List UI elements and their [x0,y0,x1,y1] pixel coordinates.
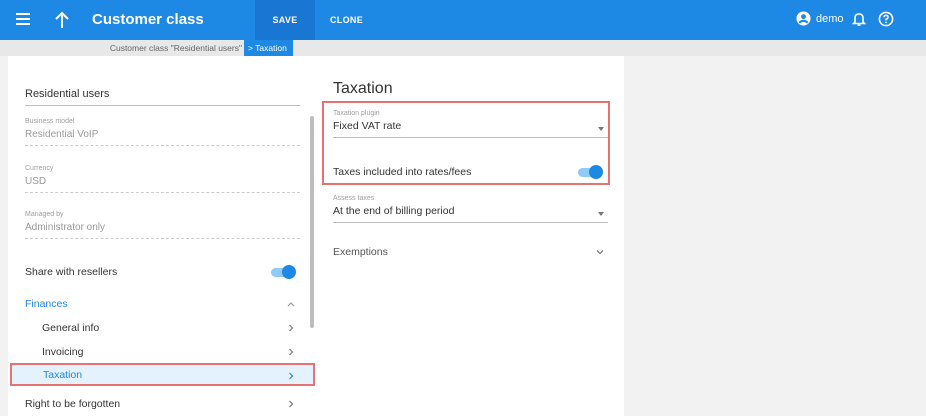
nav-invoicing-label: Invoicing [42,346,84,358]
arrow-up-icon[interactable] [52,9,72,31]
clone-button[interactable]: CLONE [330,0,363,40]
nav-taxation-label: Taxation [43,368,83,381]
share-with-resellers-row: Share with resellers [25,264,300,280]
nav-general-info-label: General info [42,322,100,334]
menu-icon[interactable] [16,13,30,25]
breadcrumb-parent[interactable]: Customer class "Residential users" [14,40,242,56]
taxes-included-toggle[interactable] [578,164,604,180]
exemptions-expander[interactable]: Exemptions [333,246,608,258]
user-name: demo [816,12,844,25]
breadcrumb-current[interactable]: > Taxation [244,40,293,56]
help-icon[interactable] [878,11,894,27]
top-bar: Customer class SAVE CLONE demo [0,0,926,40]
name-field[interactable]: Residential users [25,88,300,106]
nav-invoicing[interactable]: Invoicing [8,341,316,363]
assess-taxes-select[interactable]: Assess taxes At the end of billing perio… [333,195,608,223]
bell-icon[interactable] [852,11,866,27]
nav-finances-label: Finances [25,298,68,310]
caret-down-icon [598,212,604,216]
chevron-right-icon [289,372,294,380]
user-menu[interactable]: demo [796,11,844,26]
field-value: USD [25,176,300,193]
share-with-resellers-toggle[interactable] [271,264,297,280]
user-icon [796,11,811,26]
assess-taxes-value: At the end of billing period [333,205,608,223]
managed-by-field: Managed by Administrator only [25,211,300,239]
nav-general-info[interactable]: General info [8,317,316,339]
page-title: Customer class [92,11,204,28]
nav-right-to-be-forgotten[interactable]: Right to be forgotten [8,393,316,415]
assess-taxes-label: Assess taxes [333,195,375,202]
breadcrumb: Customer class "Residential users" > Tax… [0,40,926,56]
nav-taxation[interactable]: Taxation [10,363,315,386]
field-label: Business model [25,118,75,125]
left-panel: Residential users Business model Residen… [8,56,316,416]
field-value: Residential VoIP [25,129,300,146]
empty-area [624,56,926,416]
section-title: Taxation [333,80,393,97]
taxation-plugin-select[interactable]: Taxation plugin Fixed VAT rate [333,110,608,138]
nav-finances[interactable]: Finances [8,293,316,315]
taxation-plugin-label: Taxation plugin [333,110,380,117]
taxes-included-label: Taxes included into rates/fees [333,166,472,178]
taxation-panel: Taxation Taxation plugin Fixed VAT rate … [316,56,624,416]
chevron-right-icon [289,324,294,332]
exemptions-label: Exemptions [333,246,388,258]
taxation-plugin-value: Fixed VAT rate [333,120,608,138]
nav-right-to-be-forgotten-label: Right to be forgotten [25,398,121,410]
chevron-up-icon [287,302,295,307]
chevron-down-icon [596,250,604,255]
field-label: Managed by [25,211,64,218]
chevron-right-icon [289,400,294,408]
caret-down-icon [598,127,604,131]
field-label: Currency [25,165,54,172]
save-button[interactable]: SAVE [255,0,315,40]
business-model-field: Business model Residential VoIP [25,118,300,146]
chevron-right-icon [289,348,294,356]
field-value: Administrator only [25,222,300,239]
share-label: Share with resellers [25,266,118,278]
currency-field: Currency USD [25,165,300,193]
